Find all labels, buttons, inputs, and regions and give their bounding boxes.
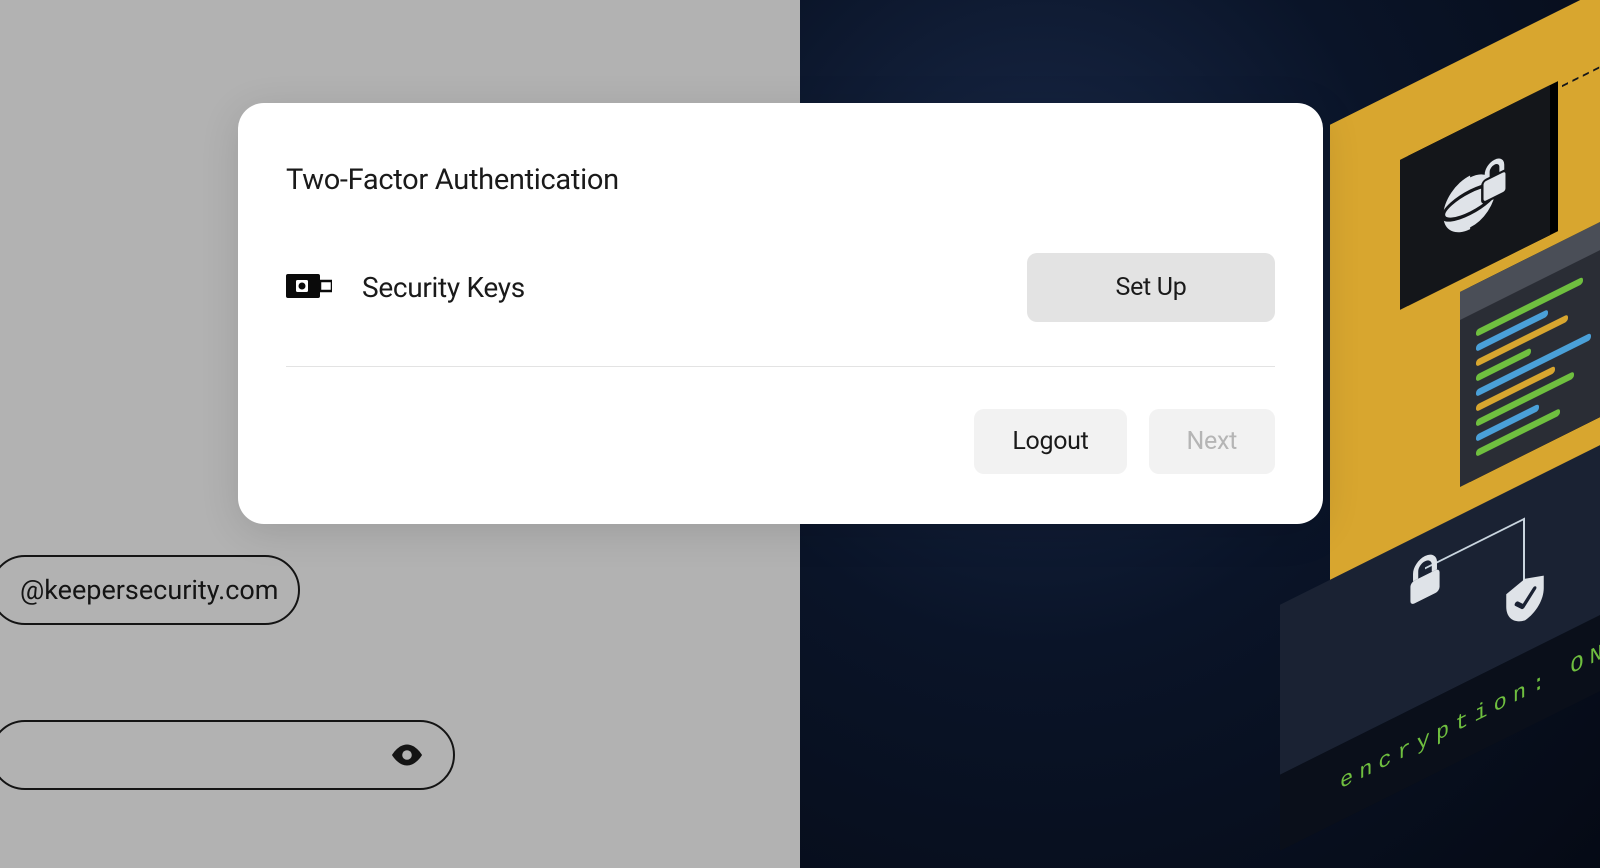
setup-button[interactable]: Set Up <box>1027 253 1275 322</box>
two-factor-modal: Two-Factor Authentication Security Keys … <box>238 103 1323 524</box>
eye-icon[interactable] <box>389 737 425 773</box>
security-key-icon <box>286 273 332 303</box>
security-keys-label: Security Keys <box>362 271 997 304</box>
modal-title: Two-Factor Authentication <box>286 163 1275 197</box>
email-field-value: @keepersecurity.com <box>20 574 278 606</box>
globe-lock-icon <box>1436 139 1514 256</box>
next-button: Next <box>1149 409 1275 474</box>
email-field[interactable]: @keepersecurity.com <box>0 555 300 625</box>
logout-button[interactable]: Logout <box>974 409 1126 474</box>
security-keys-row: Security Keys Set Up <box>286 253 1275 367</box>
dashed-outline <box>1562 30 1600 155</box>
modal-footer: Logout Next <box>286 409 1275 474</box>
password-field[interactable] <box>0 720 455 790</box>
